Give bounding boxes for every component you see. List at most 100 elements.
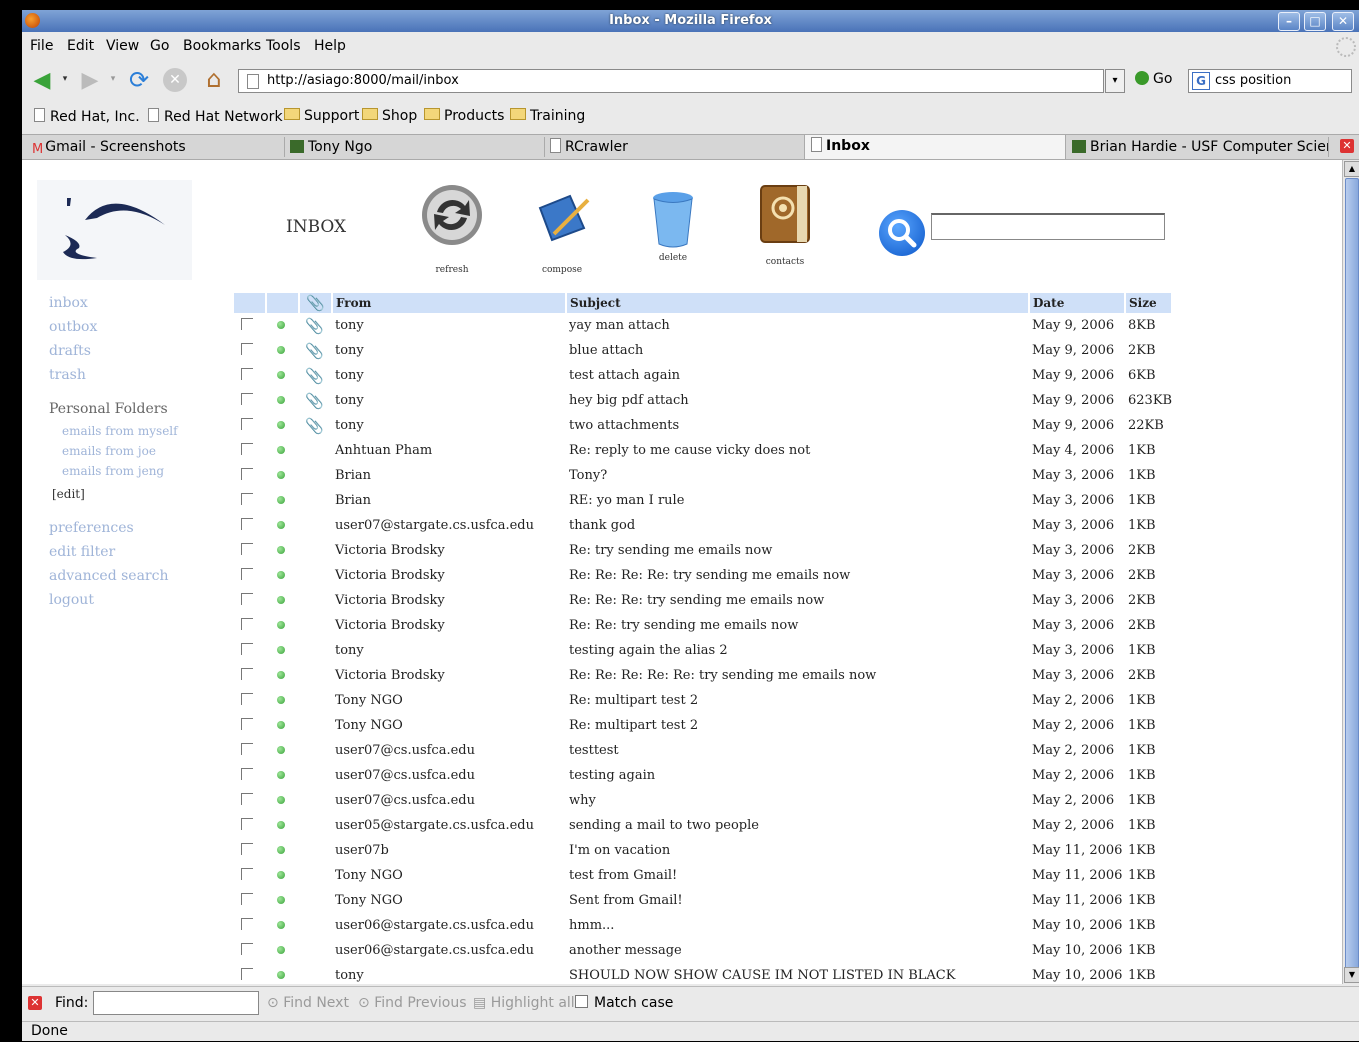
find-previous-button[interactable]: ⊙ Find Previous	[358, 995, 467, 1011]
tab-brian-hardie[interactable]: Brian Hardie - USF Computer Scien...	[1066, 137, 1329, 157]
from-cell[interactable]: Victoria Brodsky	[332, 613, 566, 638]
sidebar-link-trash[interactable]: trash	[49, 367, 86, 383]
from-cell[interactable]: user07@cs.usfca.edu	[332, 788, 566, 813]
subject-cell[interactable]: why	[566, 788, 1029, 813]
subject-cell[interactable]: hey big pdf attach	[566, 388, 1029, 413]
row-checkbox[interactable]	[241, 492, 253, 505]
table-row[interactable]: 📎 tony test attach again May 9, 2006 6KB	[234, 363, 1172, 388]
bookmark-shop[interactable]: Shop	[362, 108, 417, 124]
row-checkbox[interactable]	[241, 917, 253, 930]
subject-cell[interactable]: testtest	[566, 738, 1029, 763]
subject-cell[interactable]: Tony?	[566, 463, 1029, 488]
row-checkbox[interactable]	[241, 467, 253, 480]
row-checkbox[interactable]	[241, 817, 253, 830]
row-checkbox[interactable]	[241, 567, 253, 580]
from-cell[interactable]: user06@stargate.cs.usfca.edu	[332, 913, 566, 938]
mail-search-input[interactable]	[931, 213, 1165, 240]
menu-help[interactable]: Help	[314, 38, 346, 54]
url-dropdown-button[interactable]: ▾	[1105, 69, 1125, 93]
row-checkbox[interactable]	[241, 542, 253, 555]
sidebar-link-advanced-search[interactable]: advanced search	[49, 568, 169, 584]
match-case-checkbox[interactable]: Match case	[575, 995, 673, 1011]
forward-arrow-icon[interactable]: ▶	[76, 66, 104, 94]
row-checkbox[interactable]	[241, 892, 253, 905]
subject-cell[interactable]: Re: Re: Re: try sending me emails now	[566, 588, 1029, 613]
row-checkbox[interactable]	[241, 867, 253, 880]
table-row[interactable]: Anhtuan Pham Re: reply to me cause vicky …	[234, 438, 1172, 463]
sidebar-link-outbox[interactable]: outbox	[49, 319, 97, 335]
refresh-button[interactable]: refresh	[417, 182, 487, 275]
size-column-header[interactable]: Size	[1125, 293, 1174, 313]
find-input[interactable]	[93, 991, 259, 1015]
close-find-bar-icon[interactable]: ✕	[28, 996, 42, 1010]
table-row[interactable]: user07@cs.usfca.edu why May 2, 2006 1KB	[234, 788, 1172, 813]
row-checkbox[interactable]	[241, 592, 253, 605]
from-cell[interactable]: Victoria Brodsky	[332, 538, 566, 563]
folder-emails-from-joe[interactable]: emails from joe	[62, 444, 156, 458]
row-checkbox[interactable]	[241, 442, 253, 455]
table-row[interactable]: 📎 tony blue attach May 9, 2006 2KB	[234, 338, 1172, 363]
from-cell[interactable]: user07@cs.usfca.edu	[332, 738, 566, 763]
row-checkbox[interactable]	[241, 792, 253, 805]
menu-bookmarks[interactable]: Bookmarks	[183, 38, 261, 54]
sidebar-link-preferences[interactable]: preferences	[49, 520, 134, 536]
table-row[interactable]: Victoria Brodsky Re: Re: Re: Re: Re: try …	[234, 663, 1172, 688]
subject-cell[interactable]: Sent from Gmail!	[566, 888, 1029, 913]
maximize-button[interactable]: □	[1304, 12, 1326, 31]
table-row[interactable]: tony testing again the alias 2 May 3, 2006…	[234, 638, 1172, 663]
subject-cell[interactable]: I'm on vacation	[566, 838, 1029, 863]
from-cell[interactable]: tony	[332, 363, 566, 388]
table-row[interactable]: Tony NGO Sent from Gmail! May 11, 2006 1KB	[234, 888, 1172, 913]
from-cell[interactable]: user07@cs.usfca.edu	[332, 763, 566, 788]
from-cell[interactable]: user07b	[332, 838, 566, 863]
table-row[interactable]: Victoria Brodsky Re: try sending me email…	[234, 538, 1172, 563]
row-checkbox[interactable]	[241, 517, 253, 530]
subject-cell[interactable]: blue attach	[566, 338, 1029, 363]
folder-emails-from-myself[interactable]: emails from myself	[62, 424, 178, 438]
table-row[interactable]: Tony NGO Re: multipart test 2 May 2, 2006 1…	[234, 713, 1172, 738]
close-window-button[interactable]: ✕	[1332, 12, 1354, 31]
table-row[interactable]: Victoria Brodsky Re: Re: Re: Re: try send…	[234, 563, 1172, 588]
from-cell[interactable]: tony	[332, 638, 566, 663]
table-row[interactable]: user07@cs.usfca.edu testing again May 2, 2…	[234, 763, 1172, 788]
highlight-all-button[interactable]: ▤ Highlight all	[473, 995, 575, 1011]
menu-edit[interactable]: Edit	[67, 38, 94, 54]
table-row[interactable]: 📎 tony hey big pdf attach May 9, 2006 623KB	[234, 388, 1172, 413]
reload-icon[interactable]: ⟳	[124, 66, 154, 94]
close-tab-button[interactable]: ✕	[1340, 139, 1354, 153]
scroll-down-arrow-icon[interactable]: ▼	[1344, 967, 1359, 983]
tab-inbox[interactable]: Inbox	[804, 135, 1066, 159]
subject-cell[interactable]: Re: Re: Re: Re: try sending me emails no…	[566, 563, 1029, 588]
from-cell[interactable]: user06@stargate.cs.usfca.edu	[332, 938, 566, 963]
row-checkbox[interactable]	[241, 417, 253, 430]
edit-folders-link[interactable]: [edit]	[52, 487, 85, 501]
table-row[interactable]: user06@stargate.cs.usfca.edu another mess…	[234, 938, 1172, 963]
from-cell[interactable]: Victoria Brodsky	[332, 663, 566, 688]
row-checkbox[interactable]	[241, 667, 253, 680]
table-row[interactable]: Tony NGO test from Gmail! May 11, 2006 1KB	[234, 863, 1172, 888]
row-checkbox[interactable]	[241, 742, 253, 755]
subject-cell[interactable]: hmm...	[566, 913, 1029, 938]
from-cell[interactable]: Brian	[332, 463, 566, 488]
from-cell[interactable]: tony	[332, 313, 566, 338]
from-cell[interactable]: Tony NGO	[332, 713, 566, 738]
table-row[interactable]: user07@cs.usfca.edu testtest May 2, 2006 1K…	[234, 738, 1172, 763]
bookmark-red-hat-network[interactable]: Red Hat Network	[148, 108, 283, 125]
tab-gmail-screenshots[interactable]: M Gmail - Screenshots	[26, 137, 285, 157]
menu-go[interactable]: Go	[150, 38, 169, 54]
contacts-button[interactable]: contacts	[750, 182, 820, 267]
table-row[interactable]: 📎 tony two attachments May 9, 2006 22KB	[234, 413, 1172, 438]
row-checkbox[interactable]	[241, 617, 253, 630]
sidebar-link-edit-filter[interactable]: edit filter	[49, 544, 115, 560]
table-row[interactable]: user07@stargate.cs.usfca.edu thank god May…	[234, 513, 1172, 538]
from-cell[interactable]: tony	[332, 338, 566, 363]
scrollbar-thumb[interactable]	[1345, 178, 1359, 970]
subject-column-header[interactable]: Subject	[566, 293, 1030, 313]
scroll-up-arrow-icon[interactable]: ▲	[1344, 161, 1359, 177]
from-cell[interactable]: tony	[332, 963, 566, 984]
table-row[interactable]: Brian Tony? May 3, 2006 1KB	[234, 463, 1172, 488]
home-icon[interactable]: ⌂	[200, 65, 228, 93]
subject-cell[interactable]: SHOULD NOW SHOW CAUSE IM NOT LISTED IN B…	[566, 963, 1029, 984]
back-arrow-icon[interactable]: ◀	[28, 66, 56, 94]
from-column-header[interactable]: From	[332, 293, 567, 313]
